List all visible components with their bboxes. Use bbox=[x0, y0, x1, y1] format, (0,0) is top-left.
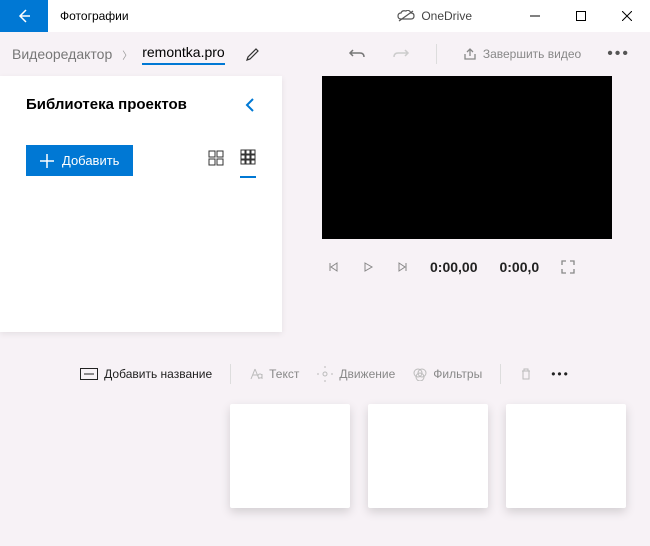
grid-3x3-icon bbox=[240, 149, 256, 165]
breadcrumb-root[interactable]: Видеоредактор bbox=[12, 46, 112, 62]
play-button[interactable] bbox=[362, 261, 374, 273]
add-title-label: Добавить название bbox=[104, 367, 212, 381]
project-library-panel: Библиотека проектов Добавить bbox=[0, 76, 282, 332]
time-current: 0:00,00 bbox=[430, 259, 477, 275]
clip-action-bar: Добавить название Текст Движение Фильтры… bbox=[0, 350, 650, 398]
title-card-icon bbox=[80, 368, 98, 380]
motion-button: Движение bbox=[317, 366, 395, 382]
maximize-button[interactable] bbox=[558, 0, 604, 32]
onedrive-status[interactable]: OneDrive bbox=[397, 9, 472, 23]
storyboard-clip[interactable] bbox=[506, 404, 626, 508]
app-title: Фотографии bbox=[60, 9, 129, 23]
grid-small-button[interactable] bbox=[240, 149, 256, 178]
text-icon bbox=[249, 367, 263, 381]
editor-main: Библиотека проектов Добавить bbox=[0, 76, 650, 332]
plus-icon bbox=[40, 154, 54, 168]
edit-name-button[interactable] bbox=[245, 46, 261, 62]
motion-icon bbox=[317, 366, 333, 382]
add-media-label: Добавить bbox=[62, 153, 119, 168]
step-back-icon bbox=[328, 261, 340, 273]
minimize-icon bbox=[530, 11, 540, 21]
share-icon bbox=[463, 47, 477, 61]
filters-button: Фильтры bbox=[413, 367, 482, 381]
trash-icon bbox=[519, 367, 533, 381]
minimize-button[interactable] bbox=[512, 0, 558, 32]
text-label: Текст bbox=[269, 367, 299, 381]
next-frame-button[interactable] bbox=[396, 261, 408, 273]
collapse-library-button[interactable] bbox=[244, 97, 256, 113]
grid-2x2-icon bbox=[208, 150, 224, 166]
add-media-button[interactable]: Добавить bbox=[26, 145, 133, 176]
onedrive-label: OneDrive bbox=[421, 9, 472, 23]
filters-label: Фильтры bbox=[433, 367, 482, 381]
pencil-icon bbox=[245, 46, 261, 62]
prev-frame-button[interactable] bbox=[328, 261, 340, 273]
storyboard-clip[interactable] bbox=[230, 404, 350, 508]
library-title: Библиотека проектов bbox=[26, 96, 187, 113]
finish-video-label: Завершить видео bbox=[483, 47, 581, 61]
cloud-off-icon bbox=[397, 10, 415, 22]
redo-icon bbox=[392, 45, 410, 63]
breadcrumb-project[interactable]: remontka.pro bbox=[142, 44, 224, 65]
window-controls bbox=[512, 0, 650, 32]
chevron-right-icon: 〉 bbox=[122, 47, 132, 62]
titlebar: Фотографии OneDrive bbox=[0, 0, 650, 32]
redo-button[interactable] bbox=[392, 45, 410, 63]
undo-icon bbox=[348, 45, 366, 63]
more-button[interactable]: ••• bbox=[607, 45, 630, 63]
separator bbox=[230, 364, 231, 384]
breadcrumb: Видеоредактор 〉 remontka.pro bbox=[0, 44, 261, 65]
step-forward-icon bbox=[396, 261, 408, 273]
fullscreen-button[interactable] bbox=[561, 260, 575, 274]
play-icon bbox=[362, 261, 374, 273]
clip-more-button[interactable]: ••• bbox=[551, 367, 570, 381]
video-surface[interactable] bbox=[322, 76, 612, 239]
separator bbox=[500, 364, 501, 384]
text-button: Текст bbox=[249, 367, 299, 381]
chevron-left-icon bbox=[244, 97, 256, 113]
time-total: 0:00,0 bbox=[499, 259, 539, 275]
player-controls: 0:00,00 0:00,0 bbox=[322, 259, 630, 275]
arrow-left-icon bbox=[16, 8, 32, 24]
filters-icon bbox=[413, 367, 427, 381]
separator bbox=[436, 44, 437, 64]
back-button[interactable] bbox=[0, 0, 48, 32]
delete-clip-button bbox=[519, 367, 533, 381]
toolbar-actions: Завершить видео ••• bbox=[348, 44, 650, 64]
maximize-icon bbox=[576, 11, 586, 21]
add-title-card-button[interactable]: Добавить название bbox=[80, 367, 212, 381]
storyboard bbox=[0, 398, 650, 508]
close-button[interactable] bbox=[604, 0, 650, 32]
storyboard-clip[interactable] bbox=[368, 404, 488, 508]
video-preview-panel: 0:00,00 0:00,0 bbox=[282, 76, 650, 332]
undo-button[interactable] bbox=[348, 45, 366, 63]
motion-label: Движение bbox=[339, 367, 395, 381]
expand-icon bbox=[561, 260, 575, 274]
close-icon bbox=[622, 11, 632, 21]
finish-video-button[interactable]: Завершить видео bbox=[463, 47, 581, 61]
toolbar: Видеоредактор 〉 remontka.pro Завершить в… bbox=[0, 32, 650, 76]
grid-large-button[interactable] bbox=[208, 150, 224, 171]
